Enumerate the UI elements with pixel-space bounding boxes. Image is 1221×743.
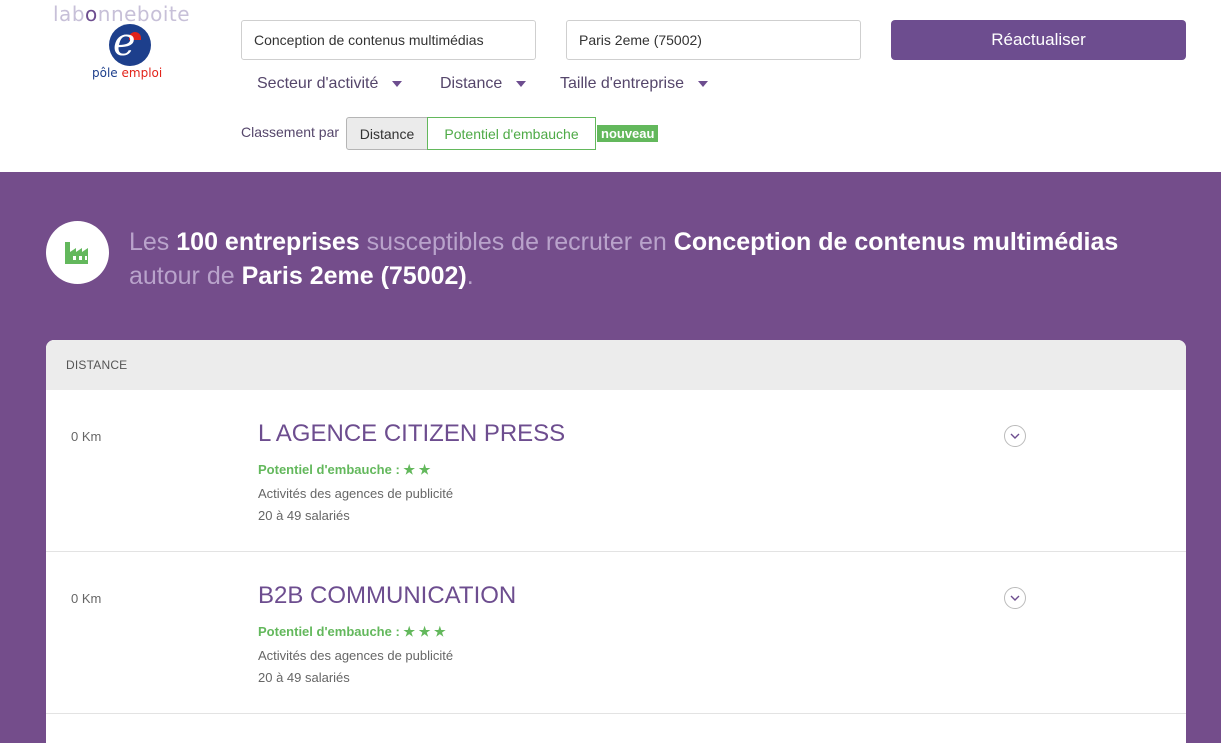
pole-emploi-label: pôle emploi: [92, 66, 163, 80]
pole-emploi-logo[interactable]: e: [109, 24, 151, 66]
company-distance: 0 Km: [71, 591, 102, 606]
sort-label: Classement par: [241, 124, 340, 140]
job-search-input[interactable]: Conception de contenus multimédias: [241, 20, 536, 60]
factory-icon: [46, 221, 109, 284]
labonneboite-logo-text[interactable]: labonneboite: [53, 2, 190, 26]
caret-down-icon: [392, 81, 403, 87]
company-name-link[interactable]: B2B COMMUNICATION: [258, 582, 516, 610]
company-size: 20 à 49 salariés: [258, 670, 350, 685]
refresh-button[interactable]: Réactualiser: [891, 20, 1186, 60]
caret-down-icon: [516, 81, 527, 87]
company-name-link[interactable]: L AGENCE CITIZEN PRESS: [258, 420, 565, 448]
new-badge: nouveau: [597, 125, 659, 142]
location-search-input[interactable]: Paris 2eme (75002): [566, 20, 861, 60]
filter-distance-label: Distance: [440, 75, 503, 92]
caret-down-icon: [698, 81, 709, 87]
company-size: 20 à 49 salariés: [258, 508, 350, 523]
logo-letter: e: [113, 24, 136, 64]
chevron-down-icon[interactable]: [1004, 587, 1026, 609]
company-row[interactable]: 0 Km B2B COMMUNICATION Potentiel d'embau…: [46, 552, 1186, 714]
filter-distance-dropdown[interactable]: Distance: [440, 72, 527, 96]
filter-sector-dropdown[interactable]: Secteur d'activité: [257, 72, 403, 96]
company-distance: 0 Km: [71, 429, 102, 444]
filter-size-dropdown[interactable]: Taille d'entreprise: [560, 72, 709, 96]
star-icon: ★: [418, 624, 431, 639]
hiring-potential: Potentiel d'embauche : ★ ★ ★: [258, 624, 446, 639]
hiring-potential: Potentiel d'embauche : ★ ★: [258, 462, 431, 477]
sort-potential-button[interactable]: Potentiel d'embauche: [427, 117, 596, 150]
star-icon: ★: [433, 624, 446, 639]
results-card: DISTANCE 0 Km L AGENCE CITIZEN PRESS Pot…: [46, 340, 1186, 743]
chevron-down-icon[interactable]: [1004, 425, 1026, 447]
sort-distance-button[interactable]: Distance: [346, 117, 428, 150]
filter-size-label: Taille d'entreprise: [560, 75, 685, 92]
star-icon: ★: [403, 624, 416, 639]
page-header: labonneboite e pôle emploi Conception de…: [0, 0, 1221, 172]
filter-sector-label: Secteur d'activité: [257, 75, 379, 92]
company-activity: Activités des agences de publicité: [258, 486, 454, 501]
company-activity: Activités des agences de publicité: [258, 648, 454, 663]
company-row[interactable]: 0 Km L AGENCE CITIZEN PRESS Potentiel d'…: [46, 390, 1186, 552]
star-icon: ★: [418, 462, 431, 477]
results-headline: Les 100 entreprises susceptibles de recr…: [129, 228, 1119, 290]
star-icon: ★: [403, 462, 416, 477]
results-column-header: DISTANCE: [46, 340, 1186, 390]
